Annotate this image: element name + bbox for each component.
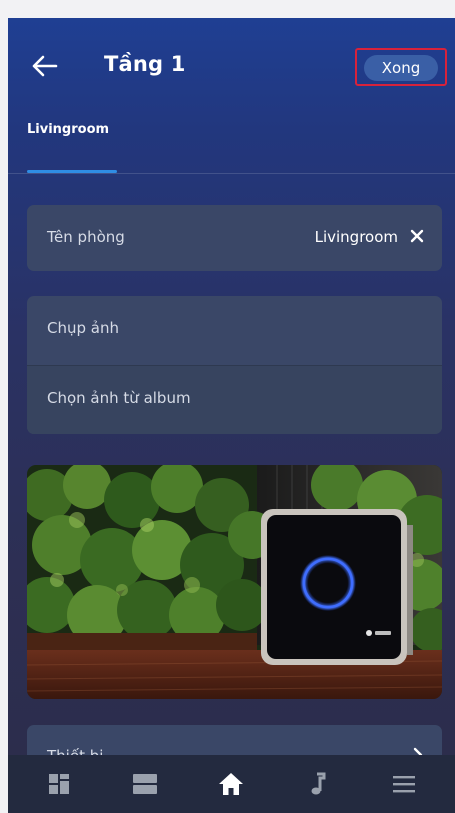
nav-item-grid[interactable] (29, 755, 89, 813)
bottom-nav (8, 755, 455, 813)
page-title: Tầng 1 (104, 52, 186, 76)
nav-item-rows[interactable] (115, 755, 175, 813)
choose-from-album-option[interactable]: Chọn ảnh từ album (27, 365, 442, 434)
tab-divider (8, 173, 455, 174)
nav-item-home[interactable] (201, 755, 261, 813)
done-button[interactable]: Xong (364, 55, 438, 81)
room-name-row[interactable]: Tên phòng Livingroom (27, 205, 442, 271)
done-highlight: Xong (355, 48, 447, 86)
header: Tầng 1 Xong (8, 18, 455, 118)
app-screen: Tầng 1 Xong Livingroom Tên phòng Livingr… (8, 18, 455, 813)
nav-item-menu[interactable] (374, 755, 434, 813)
grid-icon (49, 774, 70, 794)
room-photo (27, 465, 442, 699)
take-photo-label: Chụp ảnh (47, 319, 119, 337)
rows-icon (133, 774, 158, 794)
home-icon (219, 773, 244, 795)
music-note-icon (311, 772, 326, 795)
room-name-value[interactable]: Livingroom (315, 228, 398, 246)
clear-icon[interactable] (408, 227, 426, 245)
nav-item-music[interactable] (288, 755, 348, 813)
menu-icon (392, 776, 415, 793)
choose-from-album-label: Chọn ảnh từ album (47, 389, 191, 407)
back-arrow-icon[interactable] (30, 54, 58, 78)
take-photo-option[interactable]: Chụp ảnh (27, 296, 442, 365)
room-name-label: Tên phòng (47, 228, 125, 246)
tab-livingroom[interactable]: Livingroom (27, 122, 109, 137)
photo-options-card: Chụp ảnh Chọn ảnh từ album (27, 296, 442, 434)
